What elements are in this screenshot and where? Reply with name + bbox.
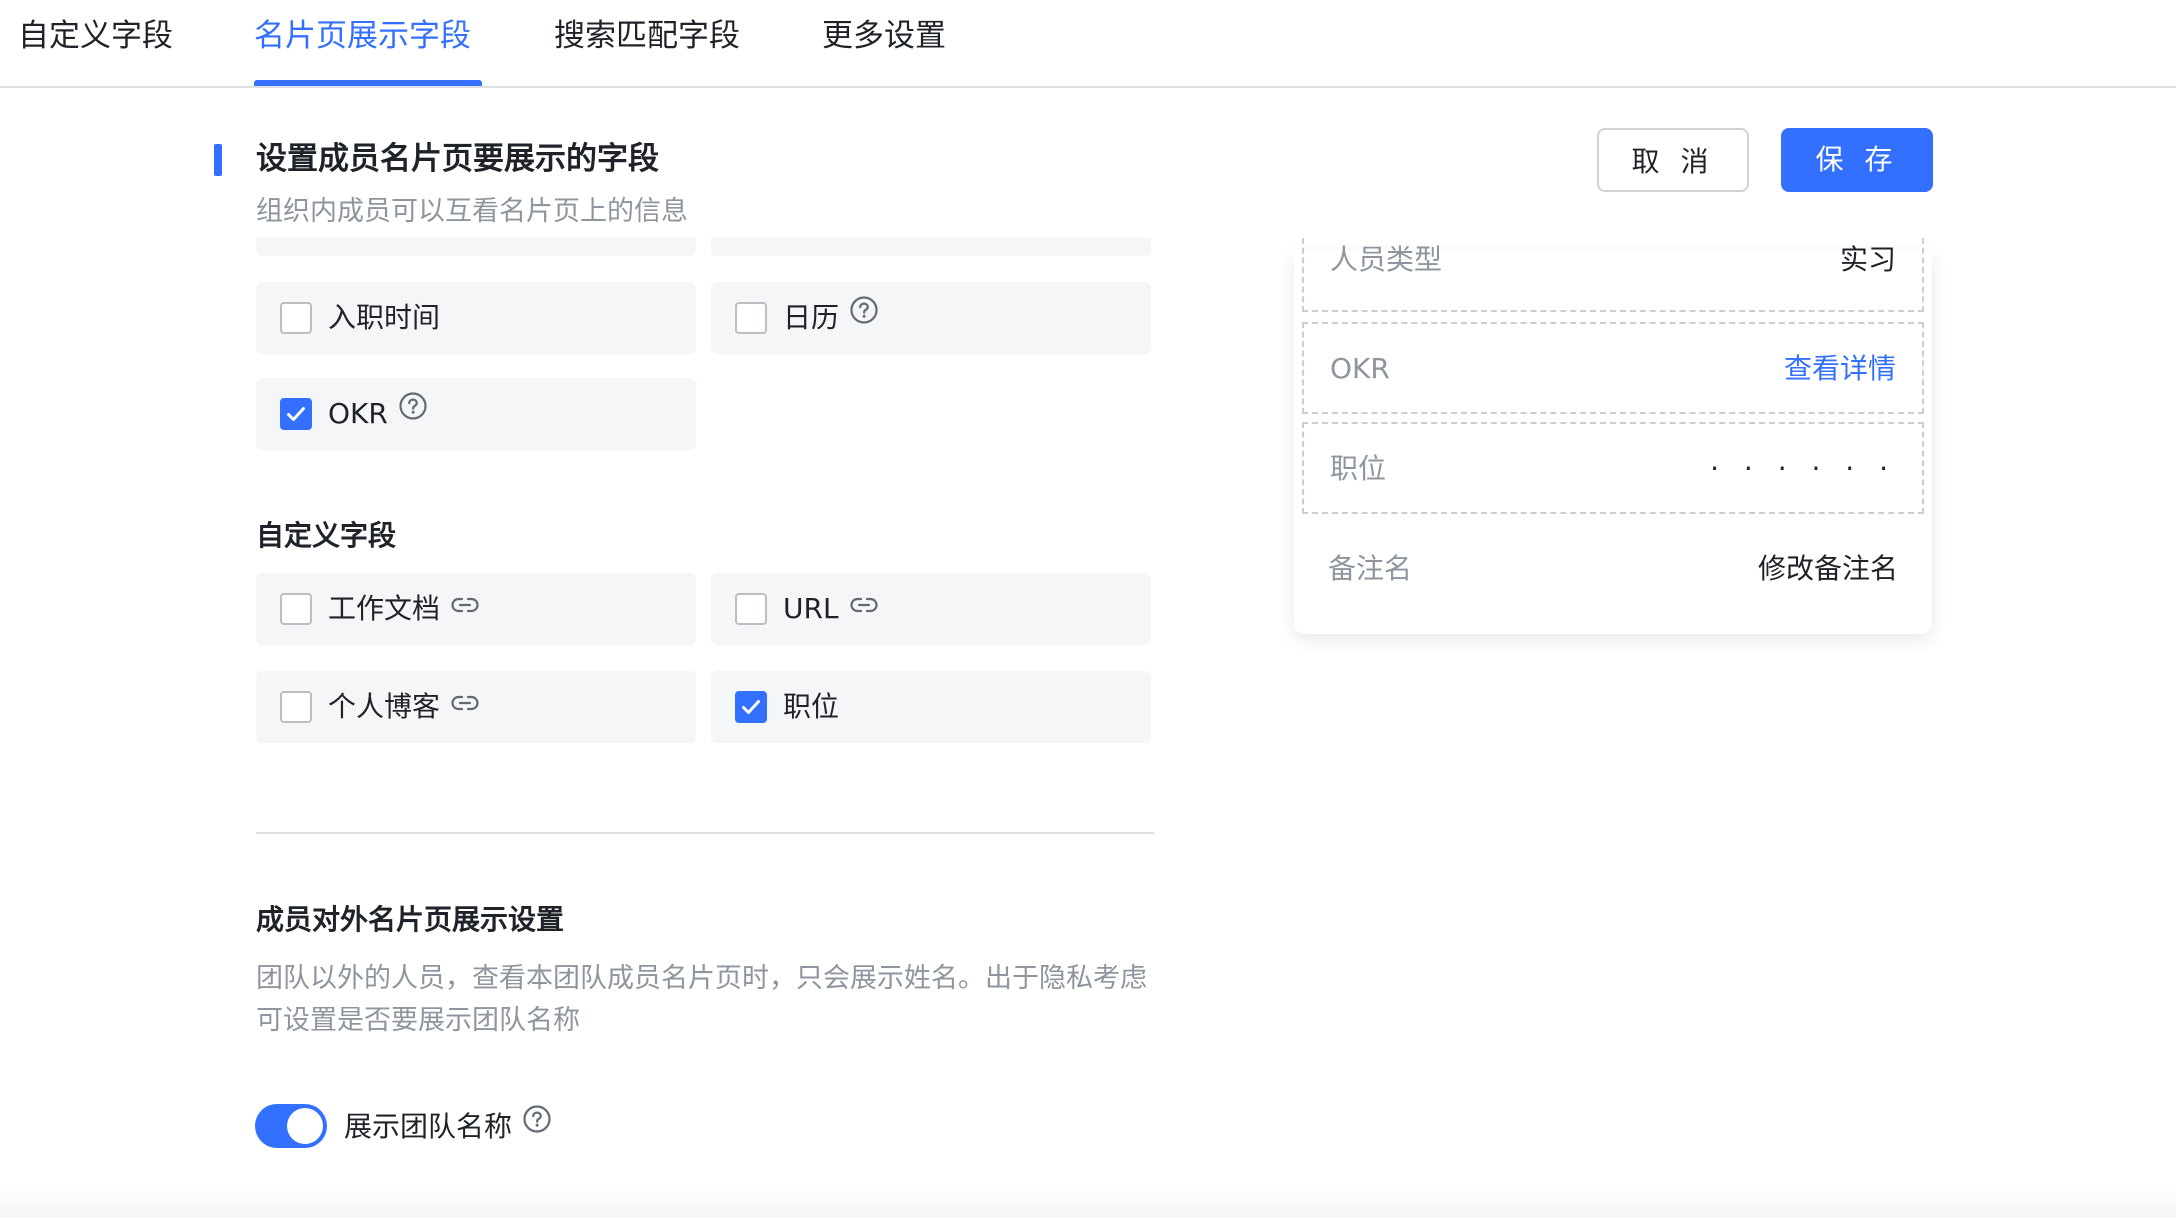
field-label: 个人博客 <box>328 690 441 723</box>
url-checkbox[interactable] <box>735 593 767 625</box>
preview-row-position: 职位 · · · · · · <box>1302 422 1924 514</box>
toggle-label-wrap: 展示团队名称 <box>344 1104 552 1149</box>
custom-fields-title: 自定义字段 <box>256 519 397 552</box>
field-card-personal-blog[interactable]: 个人博客 <box>256 671 696 743</box>
work-docs-checkbox[interactable] <box>280 593 312 625</box>
help-icon[interactable] <box>398 391 428 433</box>
field-label-wrap: 个人博客 <box>328 686 480 729</box>
field-card-calendar[interactable]: 日历 <box>711 282 1151 354</box>
okr-checkbox[interactable] <box>280 398 312 430</box>
calendar-checkbox[interactable] <box>735 302 767 334</box>
toggle-label: 展示团队名称 <box>344 1110 513 1143</box>
tab-search-match-fields[interactable]: 搜索匹配字段 <box>554 14 740 58</box>
preview-row-remark-name: 备注名 修改备注名 <box>1302 524 1924 616</box>
bottom-fade <box>0 1186 2176 1218</box>
toggle-knob <box>287 1108 323 1144</box>
field-label-wrap: URL <box>783 588 879 631</box>
field-card-position[interactable]: 职位 <box>711 671 1151 743</box>
active-tab-indicator <box>254 80 482 86</box>
tab-card-display-fields[interactable]: 名片页展示字段 <box>254 14 471 58</box>
show-team-name-toggle[interactable] <box>255 1104 327 1148</box>
link-icon <box>450 684 480 726</box>
field-label-wrap: 日历 <box>783 295 879 340</box>
preview-row-okr: OKR 查看详情 <box>1302 322 1924 414</box>
preview-row-label: OKR <box>1330 352 1390 385</box>
card-preview: 人员类型 实习 OKR 查看详情 职位 · · · · · · 备注名 修改备注… <box>1294 238 1932 634</box>
field-card-clipped <box>256 238 696 256</box>
view-details-link[interactable]: 查看详情 <box>1784 349 1896 389</box>
external-settings-title: 成员对外名片页展示设置 <box>256 903 565 936</box>
tab-bar: 自定义字段 名片页展示字段 搜索匹配字段 更多设置 <box>0 0 2176 88</box>
preview-row-value: 实习 <box>1839 243 1896 276</box>
field-card-work-docs[interactable]: 工作文档 <box>256 573 696 645</box>
check-icon <box>287 407 305 421</box>
section-description: 组织内成员可以互看名片页上的信息 <box>256 196 688 227</box>
link-icon <box>849 586 879 628</box>
help-icon[interactable] <box>849 295 879 337</box>
field-card-url[interactable]: URL <box>711 573 1151 645</box>
help-icon[interactable] <box>522 1104 552 1146</box>
field-label: 职位 <box>783 690 840 723</box>
edit-remark-name-link[interactable]: 修改备注名 <box>1758 549 1898 589</box>
check-icon <box>742 700 760 714</box>
field-label: 工作文档 <box>328 592 441 625</box>
field-card-clipped <box>711 238 1151 256</box>
field-card-hire-date[interactable]: 入职时间 <box>256 282 696 354</box>
section-divider <box>256 832 1154 834</box>
tab-custom-fields[interactable]: 自定义字段 <box>18 14 173 58</box>
section-accent-bar <box>214 144 222 176</box>
field-label: URL <box>783 592 839 625</box>
external-settings-description: 团队以外的人员，查看本团队成员名片页时，只会展示姓名。出于隐私考虑可设置是否要展… <box>256 963 1147 1036</box>
preview-row-value: · · · · · · <box>1710 452 1896 485</box>
save-button[interactable]: 保 存 <box>1781 128 1933 192</box>
field-label: 入职时间 <box>328 301 441 334</box>
hire-date-checkbox[interactable] <box>280 302 312 334</box>
tab-more-settings[interactable]: 更多设置 <box>822 14 946 58</box>
field-label: OKR <box>328 397 388 430</box>
field-label-wrap: OKR <box>328 391 428 436</box>
link-icon <box>450 586 480 628</box>
preview-row-staff-type: 人员类型 实习 <box>1302 238 1924 312</box>
position-checkbox[interactable] <box>735 691 767 723</box>
field-card-okr[interactable]: OKR <box>256 378 696 450</box>
preview-row-label: 职位 <box>1330 452 1387 485</box>
preview-row-label: 备注名 <box>1328 552 1413 585</box>
field-label-wrap: 工作文档 <box>328 588 480 631</box>
preview-row-label: 人员类型 <box>1330 243 1443 276</box>
field-label: 日历 <box>783 301 840 334</box>
personal-blog-checkbox[interactable] <box>280 691 312 723</box>
cancel-button[interactable]: 取 消 <box>1597 128 1749 192</box>
section-title: 设置成员名片页要展示的字段 <box>256 141 659 177</box>
